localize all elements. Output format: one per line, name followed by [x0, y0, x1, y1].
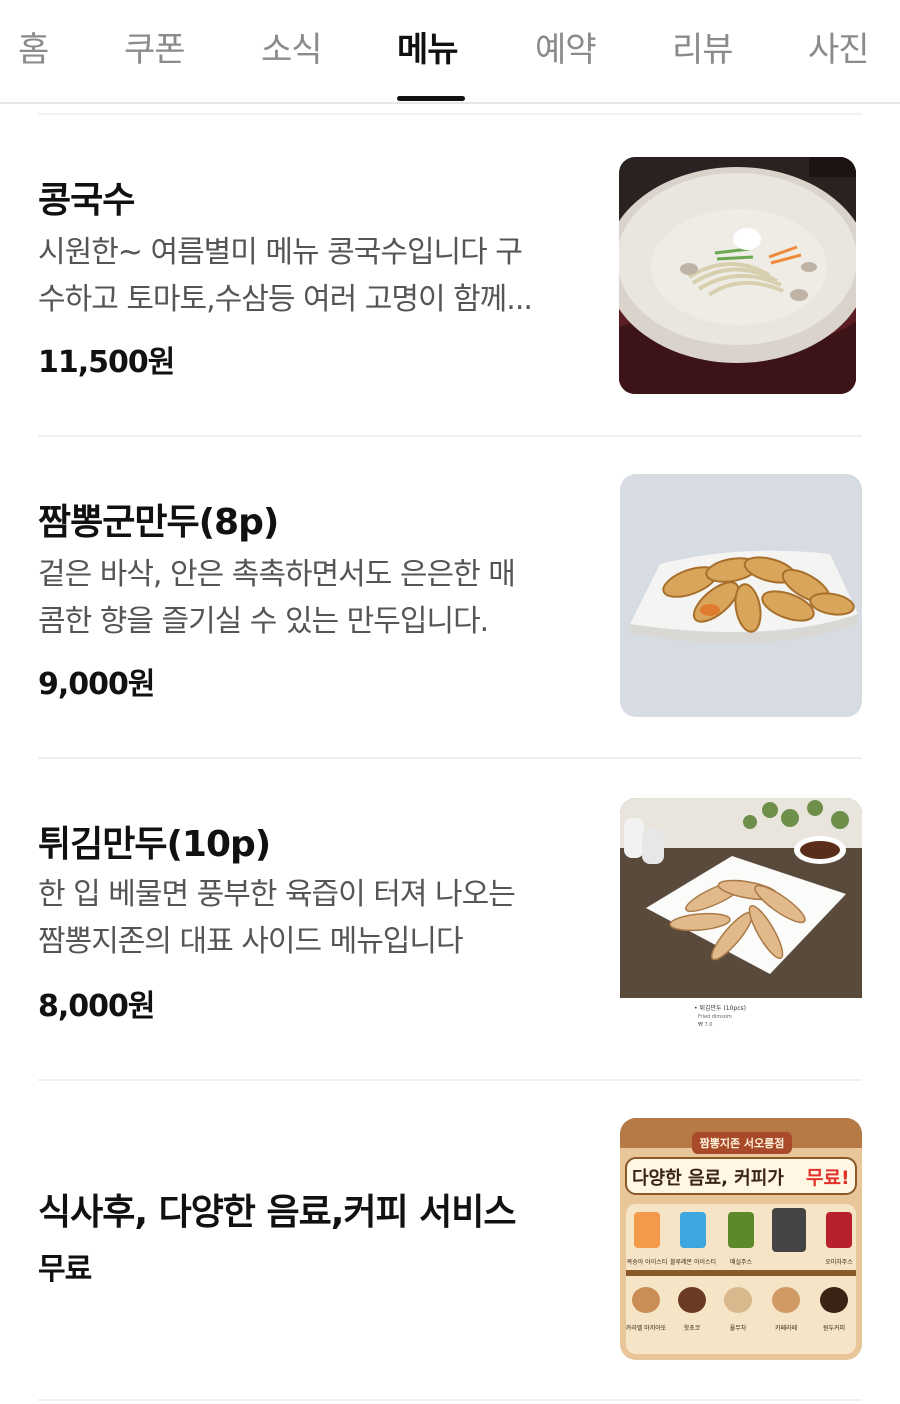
menu-item-description: 한 입 베물면 풍부한 육즙이 터져 나오는 짬뽕지존의 대표 사이드 메뉴입니… [38, 877, 516, 959]
tab-coupon[interactable]: 쿠폰 [124, 22, 186, 71]
svg-text:매실주스: 매실주스 [730, 1258, 753, 1266]
menu-item-name: 콩국수 [38, 180, 135, 221]
menu-item-price: 11,500원 [38, 345, 175, 380]
kongguksu-photo-icon [619, 157, 856, 394]
menu-item-free-drinks[interactable]: 식사후, 다양한 음료,커피 서비스 무료 짬뽕지존 서오릉점 다양한 음료, … [38, 1081, 862, 1401]
menu-item-price: 9,000원 [38, 667, 155, 702]
deep-fried-dumpling-photo-icon: • 튀김만두 (10pcs) Fried dimsom ₩ 7.0 [620, 798, 862, 1038]
svg-text:율무차: 율무차 [730, 1324, 747, 1332]
fried-dumpling-photo-icon [620, 474, 862, 717]
svg-text:다양한 음료, 커피가: 다양한 음료, 커피가 [632, 1168, 784, 1189]
svg-text:핫초코: 핫초코 [684, 1324, 701, 1332]
tab-menu[interactable]: 메뉴 [397, 22, 459, 71]
menu-item-price: 8,000원 [38, 989, 155, 1024]
drinks-poster-icon: 짬뽕지존 서오릉점 다양한 음료, 커피가 무료! 복숭아 아이스티 블루레몬 … [620, 1118, 862, 1360]
svg-text:원두커피: 원두커피 [823, 1324, 845, 1332]
tab-bar: 홈 쿠폰 소식 메뉴 예약 리뷰 사진 [0, 0, 900, 104]
tab-photos[interactable]: 사진 [808, 22, 870, 71]
menu-item-fried-dumpling[interactable]: 튀김만두(10p) 한 입 베물면 풍부한 육즙이 터져 나오는 짬뽕지존의 대… [38, 759, 862, 1079]
svg-text:₩ 7.0: ₩ 7.0 [698, 1022, 713, 1028]
svg-text:짬뽕지존 서오릉점: 짬뽕지존 서오릉점 [700, 1136, 785, 1150]
tab-home[interactable]: 홈 [18, 22, 49, 71]
active-tab-indicator [397, 96, 465, 101]
menu-item-description: 시원한~ 여름별미 메뉴 콩국수입니다 구 수하고 토마토,수삼등 여러 고명이… [38, 235, 533, 317]
svg-text:카라멜 마끼아또: 카라멜 마끼아또 [626, 1324, 667, 1332]
svg-text:무료!: 무료! [806, 1167, 850, 1189]
menu-item-name: 짬뽕군만두(8p) [38, 502, 279, 543]
svg-text:복숭아 아이스티: 복숭아 아이스티 [627, 1258, 668, 1266]
svg-text:오미자주스: 오미자주스 [825, 1258, 853, 1266]
svg-text:블루레몬 아이스티: 블루레몬 아이스티 [670, 1258, 716, 1266]
menu-item-price: 무료 [38, 1252, 92, 1287]
divider [38, 1399, 862, 1401]
menu-item-name: 튀김만두(10p) [38, 824, 271, 865]
svg-text:카페라떼: 카페라떼 [775, 1324, 797, 1332]
svg-text:• 튀김만두 (10pcs): • 튀김만두 (10pcs) [694, 1004, 746, 1012]
tab-news[interactable]: 소식 [261, 22, 323, 71]
menu-item-kongguksu[interactable]: 콩국수 시원한~ 여름별미 메뉴 콩국수입니다 구 수하고 토마토,수삼등 여러… [38, 115, 862, 435]
tab-reviews[interactable]: 리뷰 [672, 22, 734, 71]
tab-reservation[interactable]: 예약 [535, 22, 597, 71]
svg-text:Fried dimsom: Fried dimsom [698, 1014, 732, 1020]
menu-item-description: 겉은 바삭, 안은 촉촉하면서도 은은한 매 콤한 향을 즐기실 수 있는 만두… [38, 557, 516, 639]
menu-item-name: 식사후, 다양한 음료,커피 서비스 [38, 1192, 517, 1233]
menu-item-jjamppong-dumpling[interactable]: 짬뽕군만두(8p) 겉은 바삭, 안은 촉촉하면서도 은은한 매 콤한 향을 즐… [38, 437, 862, 757]
